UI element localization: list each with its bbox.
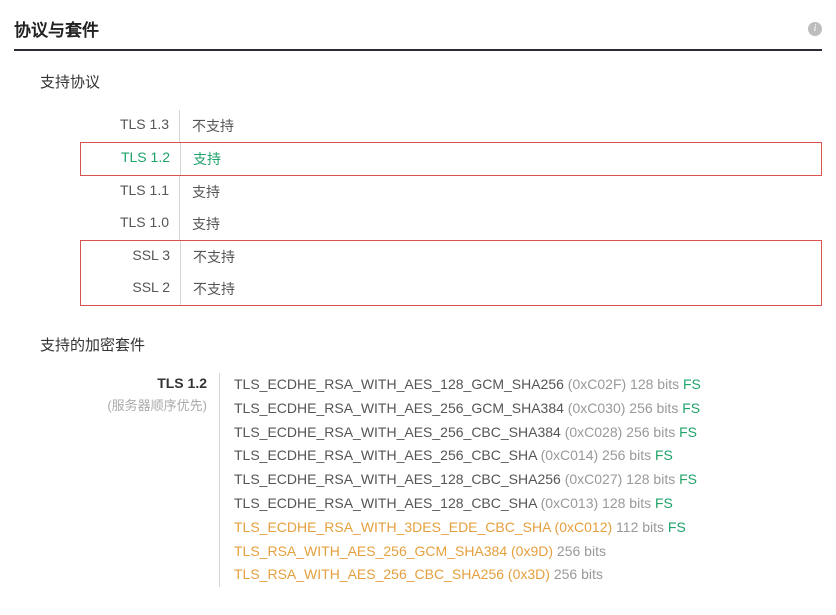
cipher-row: TLS_ECDHE_RSA_WITH_AES_256_CBC_SHA384 (0… [234,421,822,445]
cipher-left-col: TLS 1.2 (服务器顺序优先) [40,373,220,587]
cipher-fs-badge: FS [651,495,673,511]
cipher-fs-badge: FS [675,424,697,440]
cipher-name: TLS_ECDHE_RSA_WITH_AES_128_CBC_SHA256 [234,471,561,487]
cipher-bits: 256 bits [622,424,675,440]
protocol-row: SSL 3不支持 [80,240,822,273]
protocols-subsection: 支持协议 TLS 1.3不支持TLS 1.2支持TLS 1.1支持TLS 1.0… [40,71,822,306]
cipher-fs-badge: FS [664,519,686,535]
section-header: 协议与套件 i [14,0,822,51]
cipher-name: TLS_RSA_WITH_AES_256_GCM_SHA384 [234,543,507,559]
cipher-name: TLS_ECDHE_RSA_WITH_AES_256_CBC_SHA384 [234,424,561,440]
cipher-code: (0x3D) [504,566,550,582]
protocol-label: TLS 1.2 [81,143,181,175]
cipher-bits: 128 bits [626,376,679,392]
cipher-code: (0xC013) [537,495,598,511]
cipher-bits: 256 bits [550,566,603,582]
protocol-value: 不支持 [180,110,290,142]
cipher-row: TLS_RSA_WITH_AES_256_CBC_SHA256 (0x3D) 2… [234,563,822,587]
section-title: 协议与套件 [14,16,99,41]
protocol-value: 支持 [180,208,290,240]
protocol-row: SSL 2不支持 [80,273,822,306]
cipher-row: TLS_ECDHE_RSA_WITH_AES_128_CBC_SHA256 (0… [234,468,822,492]
cipher-name: TLS_ECDHE_RSA_WITH_AES_128_CBC_SHA [234,495,537,511]
cipher-row: TLS_RSA_WITH_AES_256_GCM_SHA384 (0x9D) 2… [234,540,822,564]
cipher-order-note: (服务器顺序优先) [40,395,207,414]
protocol-value: 支持 [180,176,290,208]
protocol-label: TLS 1.3 [80,110,180,142]
protocol-row: TLS 1.3不支持 [80,110,822,142]
cipher-code: (0xC028) [561,424,622,440]
cipher-code: (0xC027) [561,471,622,487]
cipher-row: TLS_ECDHE_RSA_WITH_AES_256_GCM_SHA384 (0… [234,397,822,421]
protocol-label: TLS 1.1 [80,176,180,208]
protocol-value: 支持 [181,143,291,175]
info-icon[interactable]: i [808,22,822,36]
cipher-code: (0xC012) [551,519,612,535]
cipher-code: (0x9D) [507,543,553,559]
cipher-bits: 256 bits [553,543,606,559]
cipher-fs-badge: FS [675,471,697,487]
cipher-bits: 128 bits [622,471,675,487]
cipher-name: TLS_RSA_WITH_AES_256_CBC_SHA256 [234,566,504,582]
protocols-table: TLS 1.3不支持TLS 1.2支持TLS 1.1支持TLS 1.0支持SSL… [80,110,822,306]
cipher-row: TLS_ECDHE_RSA_WITH_AES_256_CBC_SHA (0xC0… [234,444,822,468]
cipher-name: TLS_ECDHE_RSA_WITH_AES_128_GCM_SHA256 [234,376,564,392]
cipher-code: (0xC02F) [564,376,626,392]
cipher-wrap: TLS 1.2 (服务器顺序优先) TLS_ECDHE_RSA_WITH_AES… [40,373,822,587]
cipher-row: TLS_ECDHE_RSA_WITH_3DES_EDE_CBC_SHA (0xC… [234,516,822,540]
cipher-version: TLS 1.2 [40,373,207,391]
cipher-code: (0xC014) [537,447,598,463]
cipher-name: TLS_ECDHE_RSA_WITH_3DES_EDE_CBC_SHA [234,519,551,535]
protocol-row: TLS 1.2支持 [80,142,822,176]
cipher-bits: 256 bits [625,400,678,416]
protocol-value: 不支持 [181,273,291,305]
protocol-value: 不支持 [181,241,291,273]
protocol-row: TLS 1.0支持 [80,208,822,240]
ciphers-subsection: 支持的加密套件 TLS 1.2 (服务器顺序优先) TLS_ECDHE_RSA_… [40,334,822,587]
cipher-name: TLS_ECDHE_RSA_WITH_AES_256_CBC_SHA [234,447,537,463]
cipher-fs-badge: FS [651,447,673,463]
cipher-fs-badge: FS [678,400,700,416]
cipher-bits: 112 bits [612,519,664,535]
cipher-bits: 128 bits [598,495,651,511]
cipher-code: (0xC030) [564,400,625,416]
ciphers-heading: 支持的加密套件 [40,334,822,355]
protocol-label: SSL 2 [81,273,181,305]
cipher-name: TLS_ECDHE_RSA_WITH_AES_256_GCM_SHA384 [234,400,564,416]
cipher-fs-badge: FS [679,376,701,392]
cipher-bits: 256 bits [598,447,651,463]
protocols-heading: 支持协议 [40,71,822,92]
cipher-row: TLS_ECDHE_RSA_WITH_AES_128_CBC_SHA (0xC0… [234,492,822,516]
protocol-label: SSL 3 [81,241,181,273]
protocol-row: TLS 1.1支持 [80,176,822,208]
cipher-row: TLS_ECDHE_RSA_WITH_AES_128_GCM_SHA256 (0… [234,373,822,397]
protocol-label: TLS 1.0 [80,208,180,240]
cipher-list: TLS_ECDHE_RSA_WITH_AES_128_GCM_SHA256 (0… [220,373,822,587]
